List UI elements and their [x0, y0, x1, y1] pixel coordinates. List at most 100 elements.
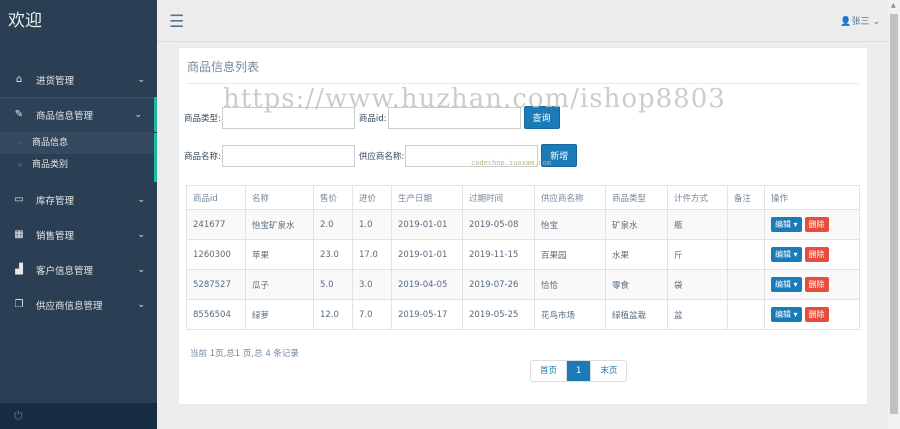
chevron-down-icon: ⌄ [137, 194, 145, 205]
table-cell: 2019-05-08 [462, 209, 535, 240]
menu-toggle-icon[interactable]: ☰ [169, 12, 184, 32]
product-type-input[interactable] [221, 106, 355, 129]
sidebar-item-label: 库存管理 [36, 195, 75, 207]
column-header: 生产日期 [391, 185, 463, 210]
sidebar-item-5[interactable]: ❐ 供应商信息管理 ⌄ [0, 287, 157, 322]
table-row: 241677 怡宝矿泉水 2.0 1.0 2019-01-01 2019-05-08 怡宝矿… [186, 209, 860, 240]
first-page-button[interactable]: 首页 [531, 361, 568, 381]
table-cell: 怡宝 [534, 209, 606, 240]
table-cell: 绿植盆栽 [605, 299, 668, 330]
table-cell [727, 299, 765, 330]
table-cell: 瓜子 [245, 269, 314, 300]
column-header: 过期时间 [462, 185, 535, 210]
name-label: 商品名称: [184, 151, 221, 162]
scroll-up-icon[interactable]: ▲ [891, 2, 896, 9]
table-cell: 5.0 [313, 269, 353, 300]
sidebar-menu: ⌂ 进货管理 ⌄ ✎ 商品信息管理 ⌄ 商品信息 商品类别 ▭ 库存管理 ⌄ ▦ 销售管理 ⌄ ▟ 客户信息管… [0, 62, 157, 322]
column-header: 商品类型 [605, 185, 668, 210]
table-cell: 2.0 [313, 209, 353, 240]
table-cell: 百果园 [534, 239, 606, 270]
table-cell: 241677 [186, 209, 246, 240]
submenu: 商品信息 商品类别 [0, 132, 157, 182]
submenu-item[interactable]: 商品信息 [0, 132, 154, 154]
table-cell: 7.0 [352, 299, 392, 330]
table-cell: 5287527 [186, 269, 246, 300]
table-cell: 2019-01-01 [391, 209, 463, 240]
table-cell: 花鸟市场 [534, 299, 606, 330]
column-header: 售价 [313, 185, 353, 210]
table-cell: 8556504 [186, 299, 246, 330]
sidebar-item-label: 供应商信息管理 [36, 300, 103, 312]
table-row: 1260300 苹果 23.0 17.0 2019-01-01 2019-11-15 百果园… [186, 239, 860, 270]
sidebar-item-2[interactable]: ▭ 库存管理 ⌄ [0, 182, 157, 217]
clone-icon: ❐ [14, 299, 24, 310]
user-menu[interactable]: 👤张三 ⌄ [840, 14, 880, 27]
pagination: 首页 1 末页 [530, 360, 628, 382]
product-name-input[interactable] [221, 144, 355, 167]
table-row: 5287527 瓜子 5.0 3.0 2019-04-05 2019-07-26 恰恰 零食袋… [186, 269, 860, 300]
edit-dropdown-button[interactable]: 编辑 ▾ [771, 277, 802, 292]
home-icon: ⌂ [15, 74, 23, 85]
edit-dropdown-button[interactable]: 编辑 ▾ [771, 217, 802, 232]
delete-button[interactable]: 删除 [804, 217, 829, 232]
edit-dropdown-button[interactable]: 编辑 ▾ [771, 247, 802, 262]
logout-button[interactable]: ⏻ [0, 403, 157, 429]
table-cell: 2019-01-01 [391, 239, 463, 270]
table-cell: 零食 [605, 269, 668, 300]
sidebar: 欢迎 ⌂ 进货管理 ⌄ ✎ 商品信息管理 ⌄ 商品信息 商品类别 ▭ 库存管理 ⌄ ▦ 销售管理 ⌄ ▟ 客户… [0, 0, 157, 429]
edit-dropdown-button[interactable]: 编辑 ▾ [771, 307, 802, 322]
actions-cell: 编辑 ▾ 删除 [764, 209, 860, 240]
table-cell: 盆 [667, 299, 728, 330]
table-icon: ▦ [14, 229, 24, 240]
delete-button[interactable]: 删除 [804, 307, 829, 322]
table-cell: 水果 [605, 239, 668, 270]
table-cell: 2019-05-17 [391, 299, 463, 330]
sidebar-item-label: 销售管理 [36, 230, 75, 242]
table-cell [727, 209, 765, 240]
delete-button[interactable]: 删除 [804, 247, 829, 262]
actions-cell: 编辑 ▾ 删除 [764, 299, 860, 330]
sidebar-item-1[interactable]: ✎ 商品信息管理 ⌄ [0, 97, 157, 132]
last-page-button[interactable]: 末页 [591, 361, 626, 381]
sidebar-item-0[interactable]: ⌂ 进货管理 ⌄ [0, 62, 157, 97]
table-cell [727, 269, 765, 300]
query-button[interactable]: 查询 [523, 106, 560, 129]
table-cell: 苹果 [245, 239, 314, 270]
product-table: 商品id 名称 售价 进价 生产日期 过期时间 供应商名称 商品类型 计件方式 备注 操作 2416… [186, 185, 860, 330]
chevron-down-icon: ⌄ [872, 17, 880, 27]
table-cell: 23.0 [313, 239, 353, 270]
scrollbar-thumb[interactable] [890, 14, 898, 414]
actions-cell: 编辑 ▾ 删除 [764, 269, 860, 300]
table-cell: 瓶 [667, 209, 728, 240]
chevron-down-icon: ⌄ [137, 299, 145, 310]
page-1-button[interactable]: 1 [567, 361, 592, 381]
page-info: 当前 1页,总1 页,总 4 条记录 [190, 349, 299, 359]
table-cell: 17.0 [352, 239, 392, 270]
edit-icon: ✎ [14, 109, 24, 120]
sidebar-item-4[interactable]: ▟ 客户信息管理 ⌄ [0, 252, 157, 287]
column-header: 备注 [727, 185, 765, 210]
type-label: 商品类型: [184, 113, 221, 124]
power-icon: ⏻ [14, 409, 23, 422]
table-cell: 2019-11-15 [462, 239, 535, 270]
sidebar-item-3[interactable]: ▦ 销售管理 ⌄ [0, 217, 157, 252]
chevron-down-icon: ⌄ [134, 109, 142, 120]
id-label: 商品id: [358, 113, 387, 124]
supplier-label: 供应商名称: [358, 151, 405, 162]
delete-button[interactable]: 删除 [804, 277, 829, 292]
bar-chart-icon: ▟ [15, 264, 23, 275]
sidebar-item-label: 客户信息管理 [36, 265, 94, 277]
column-header: 计件方式 [667, 185, 728, 210]
submenu-item[interactable]: 商品类别 [0, 154, 154, 176]
sidebar-item-label: 商品信息管理 [36, 110, 94, 122]
watermark-small: codechop.iuoxam.com [471, 159, 552, 167]
page-title: 商品信息列表 [187, 58, 859, 84]
table-cell: 12.0 [313, 299, 353, 330]
scrollbar[interactable]: ▲ [888, 0, 900, 429]
chevron-down-icon: ⌄ [137, 229, 145, 240]
table-cell: 恰恰 [534, 269, 606, 300]
table-cell: 怡宝矿泉水 [245, 209, 314, 240]
table-cell: 1.0 [352, 209, 392, 240]
product-id-input[interactable] [387, 106, 521, 129]
table-cell: 2019-05-25 [462, 299, 535, 330]
